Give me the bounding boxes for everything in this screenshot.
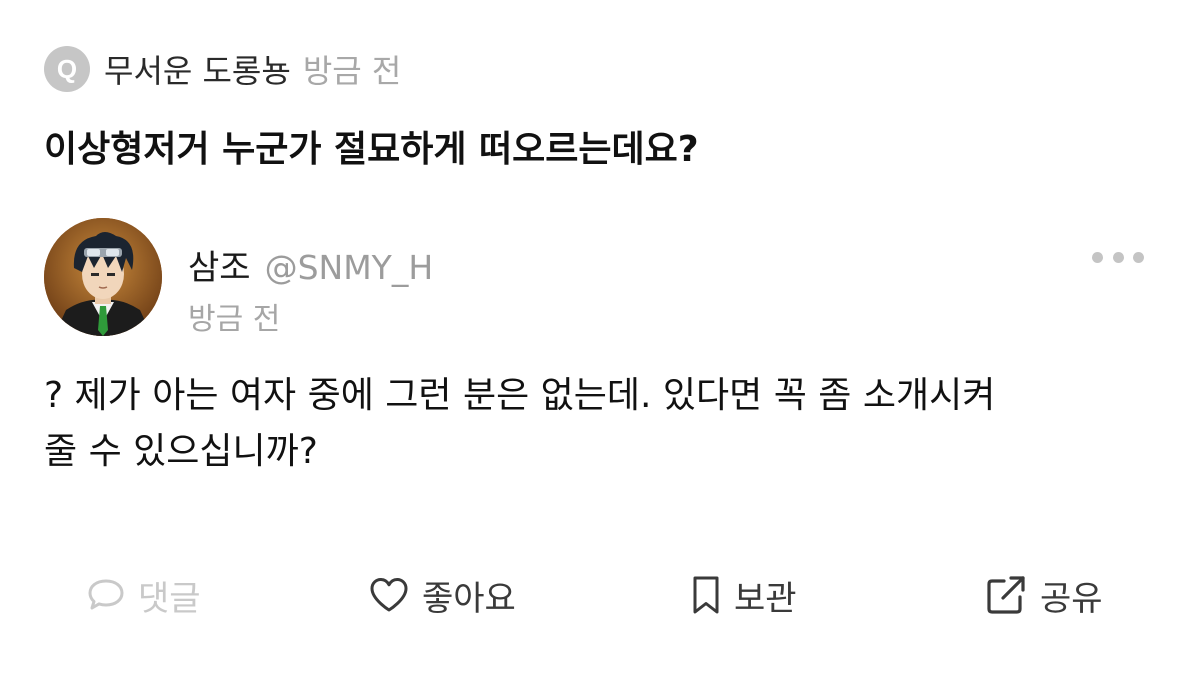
answer-timestamp: 방금 전 — [188, 302, 281, 337]
bookmark-icon — [693, 576, 719, 614]
more-dot-icon — [1133, 251, 1144, 263]
save-label: 보관 — [734, 578, 797, 619]
share-external-icon — [987, 576, 1025, 614]
save-button[interactable]: 보관 — [690, 572, 797, 619]
answer-body-line: ? 제가 아는 여자 중에 그런 분은 없는데. 있다면 꼭 좀 소개시켜 — [44, 375, 996, 416]
post-card: Q 무서운 도롱뇽 방금 전 이상형저거 누군가 절묘하게 떠오르는데요? 삼조… — [0, 0, 1200, 675]
like-label: 좋아요 — [422, 578, 516, 619]
question-author[interactable]: 무서운 도롱뇽 — [104, 46, 291, 92]
more-dot-icon — [1092, 251, 1103, 263]
share-button[interactable]: 공유 — [986, 572, 1103, 619]
answer-body: ? 제가 아는 여자 중에 그런 분은 없는데. 있다면 꼭 좀 소개시켜 줄 … — [44, 368, 1164, 480]
answer-author-line: 삼조 @SNMY_H — [188, 240, 433, 289]
answer-author-handle[interactable]: @SNMY_H — [265, 248, 434, 287]
comment-button[interactable]: 댓글 — [86, 572, 201, 619]
question-badge-icon: Q — [44, 46, 90, 92]
question-header: Q 무서운 도롱뇽 방금 전 — [44, 44, 401, 94]
share-label: 공유 — [1040, 578, 1103, 619]
avatar[interactable] — [44, 218, 162, 336]
heart-icon — [370, 578, 408, 612]
more-dot-icon — [1112, 251, 1124, 263]
speech-bubble-icon — [88, 579, 124, 610]
question-timestamp: 방금 전 — [302, 52, 402, 90]
like-button[interactable]: 좋아요 — [368, 572, 516, 619]
answer-body-line: 줄 수 있으십니까? — [44, 431, 318, 472]
question-text: 이상형저거 누군가 절묘하게 떠오르는데요? — [44, 129, 699, 170]
comment-label: 댓글 — [138, 578, 201, 619]
answer-author-name[interactable]: 삼조 — [188, 240, 251, 289]
anime-character-avatar-icon — [44, 218, 162, 336]
more-options-button[interactable] — [1092, 244, 1144, 270]
